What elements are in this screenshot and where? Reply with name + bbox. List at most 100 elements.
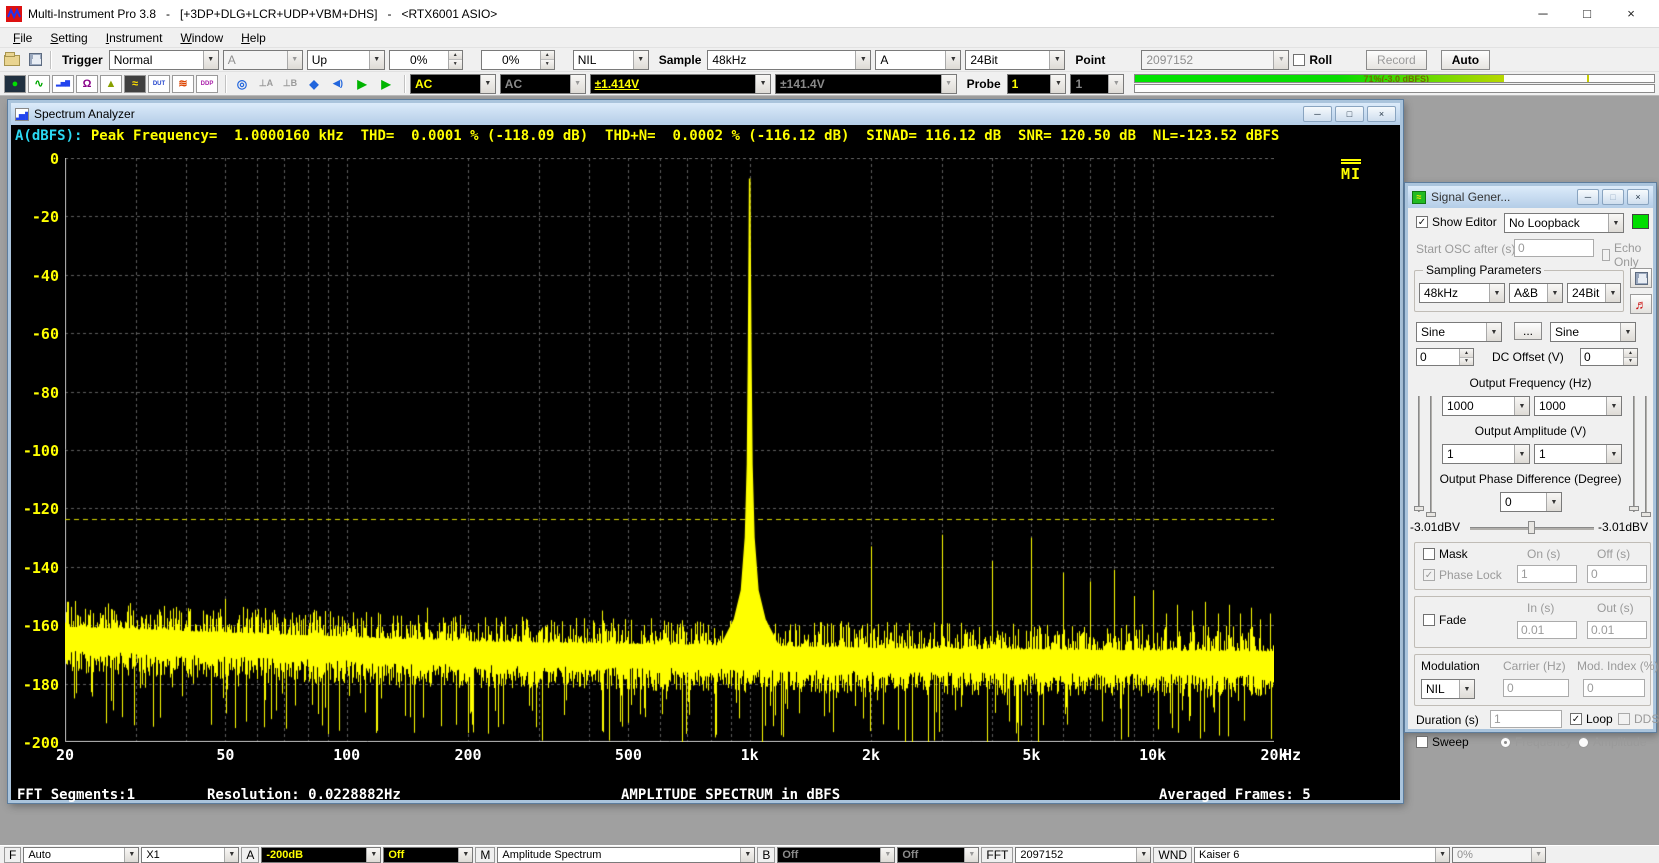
menu-setting[interactable]: Setting <box>41 29 96 47</box>
spectrum-analyzer-icon[interactable]: ▂▅▇ <box>52 75 74 93</box>
modulation-select[interactable]: NIL▼ <box>1421 679 1475 699</box>
sampling-parameters-group: Sampling Parameters 48kHz▼ A&B▼ 24Bit▼ <box>1414 270 1624 312</box>
a-option-select[interactable]: Off▼ <box>383 847 473 863</box>
save-signal-button[interactable] <box>1630 268 1652 288</box>
chevron-down-icon: ▼ <box>740 848 754 862</box>
menu-window[interactable]: Window <box>171 29 232 47</box>
frequency-a-select[interactable]: 1000▼ <box>1442 396 1530 416</box>
calibration-icon[interactable]: ◎ <box>231 75 253 93</box>
loop-checkbox[interactable]: Loop <box>1570 712 1613 726</box>
slider-handle[interactable] <box>1641 512 1651 517</box>
spectrum-analyzer-window: ▂▅▇ Spectrum Analyzer ─ □ × A(dBFS): Pea… <box>8 100 1403 803</box>
slider-handle[interactable] <box>1528 521 1535 534</box>
generator-on-button[interactable] <box>1632 214 1649 229</box>
minimize-button[interactable]: ─ <box>1577 189 1599 205</box>
waveform-more-button[interactable]: ... <box>1514 322 1542 340</box>
open-panel-setting-icon[interactable] <box>4 55 20 66</box>
spectrum-3d-plot-icon[interactable]: ▲ <box>100 75 122 93</box>
amplitude-b2-slider[interactable] <box>1645 396 1647 512</box>
minimize-button[interactable]: ─ <box>1303 106 1332 122</box>
multimeter-icon[interactable]: Ω <box>76 75 98 93</box>
close-button[interactable]: × <box>1627 189 1649 205</box>
carrier-label: Carrier (Hz) <box>1503 659 1566 673</box>
amplitude-b-slider[interactable] <box>1633 396 1635 512</box>
chevron-down-icon: ▼ <box>1547 284 1562 302</box>
sample-channel-select[interactable]: A▼ <box>875 50 961 70</box>
maximize-button[interactable]: □ <box>1335 106 1364 122</box>
dc-offset-b-stepper[interactable]: 0▲▼ <box>1580 348 1638 366</box>
input-a-icon[interactable]: ⊥A <box>255 75 277 93</box>
fade-checkbox[interactable]: Fade <box>1423 613 1466 627</box>
app-title: Multi-Instrument Pro 3.8 - [+3DP+DLG+LCR… <box>28 7 497 21</box>
range-a-select[interactable]: ±1.414V▼ <box>590 74 772 94</box>
save-panel-setting-icon[interactable] <box>29 53 42 66</box>
menu-instrument[interactable]: Instrument <box>97 29 172 47</box>
overlap-select: 0%▼ <box>1452 847 1546 863</box>
chevron-down-icon: ▼ <box>124 848 138 862</box>
mod-index-input: 0 <box>1583 679 1645 697</box>
app-titlebar[interactable]: Multi-Instrument Pro 3.8 - [+3DP+DLG+LCR… <box>0 0 1659 28</box>
trigger-delay-stepper[interactable]: 0%▲▼ <box>481 50 555 70</box>
amplitude-a2-slider[interactable] <box>1430 396 1432 512</box>
waveform-a-select[interactable]: Sine▼ <box>1416 322 1502 342</box>
slider-handle[interactable] <box>1629 506 1639 511</box>
signal-generator-editor-icon[interactable]: ≈ <box>124 75 146 93</box>
sample-rate-select[interactable]: 48kHz▼ <box>707 50 871 70</box>
run-single-icon[interactable]: ▶ <box>375 75 397 93</box>
menu-file[interactable]: File <box>4 29 41 47</box>
play-file-button[interactable]: ♬ <box>1630 294 1652 314</box>
a-range-select[interactable]: -200dB▼ <box>261 847 381 863</box>
window-function-select[interactable]: Kaiser 6▼ <box>1194 847 1450 863</box>
generator-bits-select[interactable]: 24Bit▼ <box>1567 283 1621 303</box>
slider-handle[interactable] <box>1426 512 1436 517</box>
close-button[interactable]: × <box>1609 1 1653 27</box>
coupling-a-select[interactable]: AC▼ <box>410 74 496 94</box>
waveform-b-select[interactable]: Sine▼ <box>1550 322 1636 342</box>
phase-select[interactable]: 0▼ <box>1500 492 1562 512</box>
trigger-coupling-select[interactable]: NIL▼ <box>573 50 649 70</box>
display-mode-select[interactable]: Amplitude Spectrum▼ <box>497 847 755 863</box>
trigger-mode-select[interactable]: Normal▼ <box>109 50 219 70</box>
probe-icon[interactable]: ◆ <box>303 75 325 93</box>
frequency-display-select[interactable]: Auto▼ <box>23 847 139 863</box>
minimize-button[interactable]: ─ <box>1521 1 1565 27</box>
chevron-down-icon: ▼ <box>1435 848 1449 862</box>
chevron-down-icon: ▼ <box>1514 397 1529 415</box>
slider-handle[interactable] <box>1414 506 1424 511</box>
input-b-icon[interactable]: ⊥B <box>279 75 301 93</box>
dc-offset-a-stepper[interactable]: 0▲▼ <box>1416 348 1474 366</box>
bit-depth-select[interactable]: 24Bit▼ <box>965 50 1065 70</box>
run-icon[interactable]: ▶ <box>351 75 373 93</box>
chevron-down-icon: ▼ <box>203 51 218 69</box>
close-button[interactable]: × <box>1367 106 1396 122</box>
generator-rate-select[interactable]: 48kHz▼ <box>1419 283 1505 303</box>
auto-button[interactable]: Auto <box>1441 50 1490 70</box>
maximize-button[interactable]: □ <box>1565 1 1609 27</box>
signal-generator-titlebar[interactable]: ≈ Signal Gener... ─ □ × <box>1408 186 1653 208</box>
derived-spectrum-icon[interactable]: ≋ <box>172 75 194 93</box>
probe-label: Probe <box>961 77 1007 91</box>
frequency-b-select[interactable]: 1000▼ <box>1534 396 1622 416</box>
spectrum-analyzer-titlebar[interactable]: ▂▅▇ Spectrum Analyzer ─ □ × <box>11 103 1400 125</box>
probe-a-select[interactable]: 1▼ <box>1007 74 1067 94</box>
show-editor-checkbox[interactable]: Show Editor <box>1416 215 1497 229</box>
menu-help[interactable]: Help <box>232 29 275 47</box>
generator-channels-select[interactable]: A&B▼ <box>1509 283 1563 303</box>
zoom-select[interactable]: X1▼ <box>141 847 239 863</box>
loopback-select[interactable]: No Loopback▼ <box>1504 213 1624 233</box>
signal-generator-icon[interactable]: ∿ <box>28 75 50 93</box>
device-test-plan-icon[interactable]: DUT <box>148 75 170 93</box>
amplitude-a-select[interactable]: 1▼ <box>1442 444 1530 464</box>
spectrum-plot-canvas[interactable] <box>65 158 1274 742</box>
sound-output-icon[interactable]: ◀) <box>327 75 349 93</box>
roll-checkbox[interactable]: Roll <box>1293 53 1332 67</box>
amplitude-b-select[interactable]: 1▼ <box>1534 444 1622 464</box>
trigger-level-stepper[interactable]: 0%▲▼ <box>389 50 463 70</box>
sweep-checkbox[interactable]: Sweep <box>1416 735 1469 749</box>
oscilloscope-icon[interactable]: ● <box>4 75 26 93</box>
amplitude-a-slider[interactable] <box>1418 396 1420 512</box>
mask-checkbox[interactable]: Mask <box>1423 547 1468 561</box>
ddp-viewer-icon[interactable]: DDP <box>196 75 218 93</box>
fft-size-select[interactable]: 2097152▼ <box>1015 847 1151 863</box>
trigger-edge-select[interactable]: Up▼ <box>307 50 385 70</box>
